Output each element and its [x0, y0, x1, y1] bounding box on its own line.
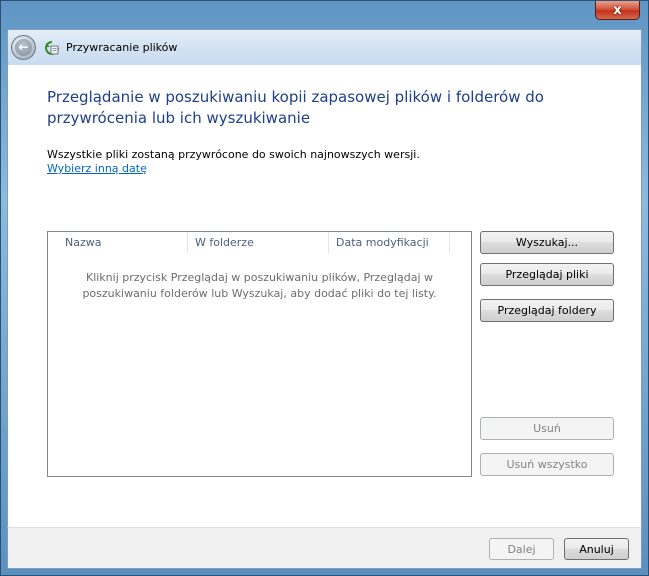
column-headers: Nazwa W folderze Data modyfikacji [48, 232, 471, 254]
title-bar: x [1, 1, 648, 29]
close-button[interactable]: x [595, 1, 640, 20]
restore-info-text: Wszystkie pliki zostaną przywrócone do s… [47, 148, 420, 161]
browse-folders-button[interactable]: Przeglądaj foldery [480, 299, 614, 322]
choose-date-link[interactable]: Wybierz inną datę [47, 162, 147, 175]
back-button[interactable]: ← [11, 35, 36, 60]
browse-files-button[interactable]: Przeglądaj pliki [480, 263, 614, 286]
restore-files-icon [45, 41, 59, 55]
back-arrow-icon: ← [15, 39, 32, 56]
page-heading: Przeglądanie w poszukiwaniu kopii zapaso… [47, 88, 544, 127]
file-list[interactable]: Nazwa W folderze Data modyfikacji Klikni… [47, 231, 472, 477]
window-title: Przywracanie plików [66, 41, 178, 54]
column-header-name[interactable]: Nazwa [48, 232, 188, 254]
main-content: Przeglądanie w poszukiwaniu kopii zapaso… [7, 65, 642, 527]
next-button[interactable]: Dalej [489, 538, 554, 560]
navigation-bar: ← Przywracanie plików [7, 29, 642, 65]
close-icon: x [613, 2, 622, 18]
footer-bar: Dalej Anuluj [7, 527, 642, 569]
cancel-button[interactable]: Anuluj [564, 538, 629, 560]
remove-all-button[interactable]: Usuń wszystko [480, 453, 614, 476]
empty-list-message: Kliknij przycisk Przeglądaj w poszukiwan… [82, 271, 437, 300]
column-header-folder[interactable]: W folderze [188, 232, 329, 254]
search-button[interactable]: Wyszukaj... [480, 231, 614, 254]
remove-button[interactable]: Usuń [480, 417, 614, 440]
column-header-date-modified[interactable]: Data modyfikacji [329, 232, 450, 254]
restore-files-window: x ← Przywracanie plików Przeglądanie w p… [0, 0, 649, 576]
